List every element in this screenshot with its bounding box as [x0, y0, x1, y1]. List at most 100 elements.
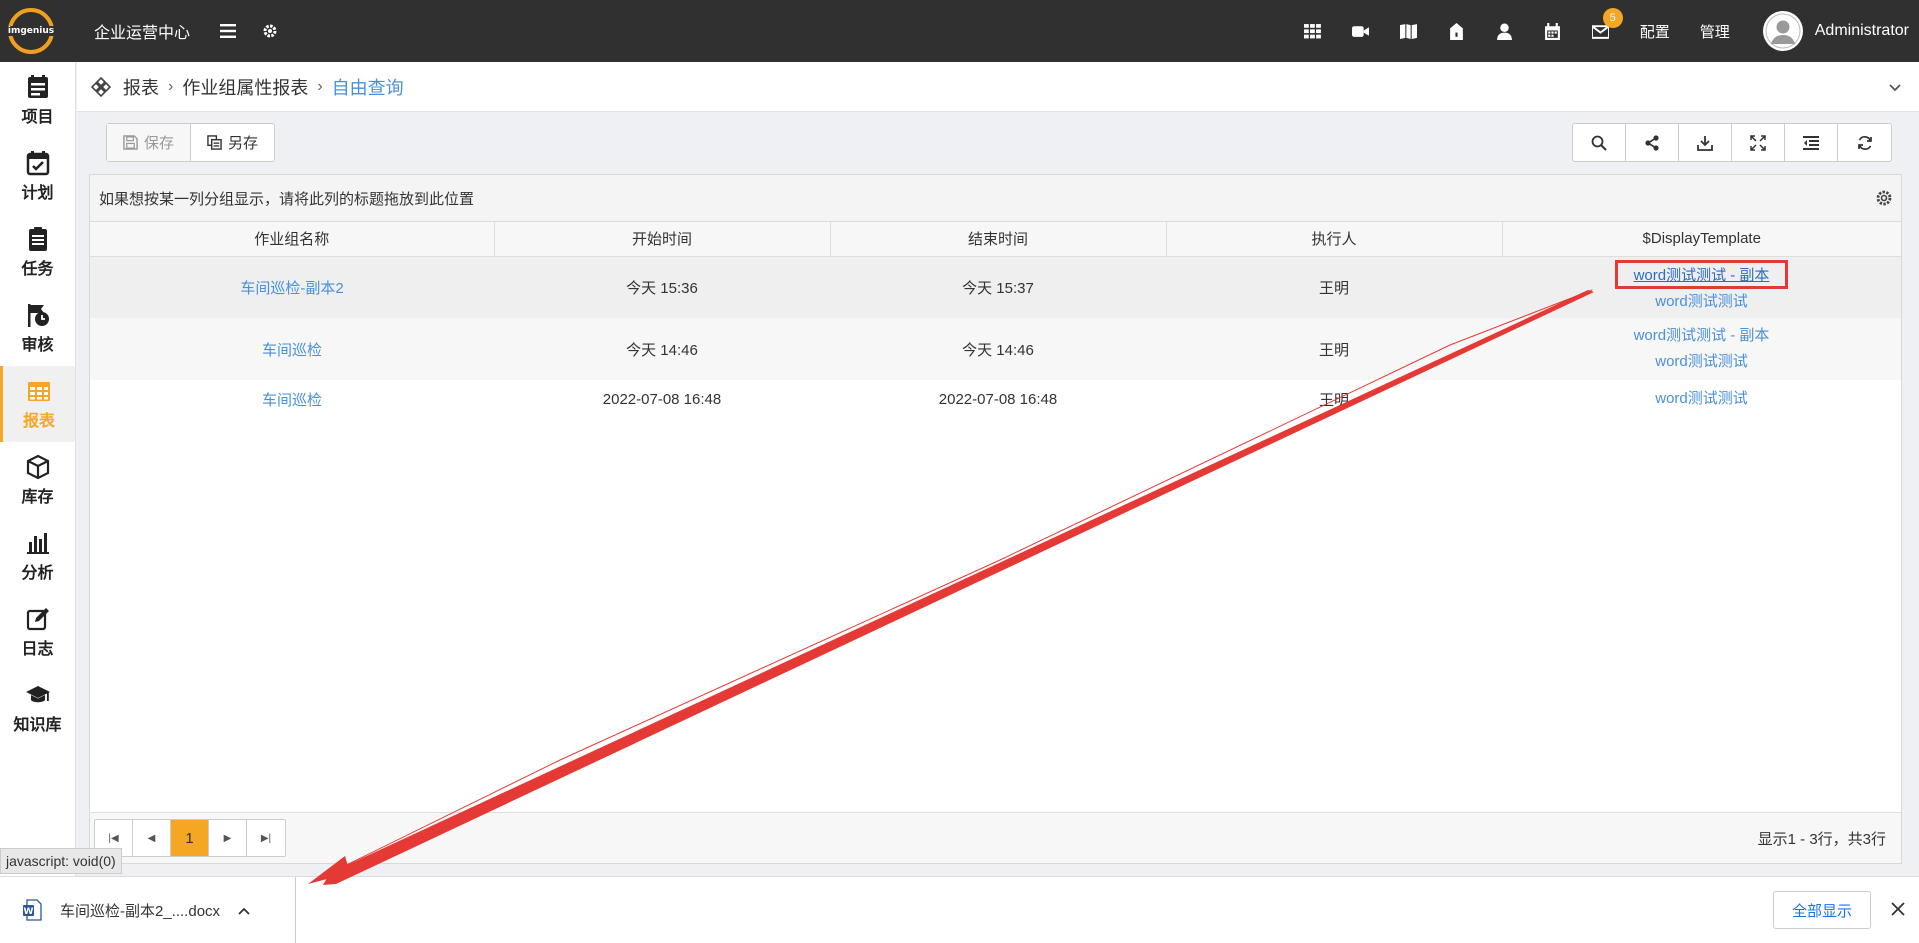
template-link[interactable]: word测试测试 - 副本	[1502, 323, 1901, 349]
breadcrumb-current: 自由查询	[331, 77, 404, 98]
logo-text: imgenius	[6, 26, 56, 36]
template-link[interactable]: word测试测试	[1502, 349, 1901, 375]
chevron-right-icon: ›	[168, 77, 174, 95]
logo[interactable]: imgenius	[0, 0, 62, 62]
calendar-check-icon	[26, 150, 49, 175]
expand-icon	[1750, 134, 1766, 151]
column-header-start[interactable]: 开始时间	[494, 222, 831, 257]
page-number[interactable]: 1	[171, 820, 209, 856]
download-icon	[1697, 135, 1713, 151]
pager: |◀ ◀ 1 ▶ ▶| 显示1 - 3行，共3行	[90, 812, 1901, 863]
module-icon	[91, 76, 111, 97]
home-icon[interactable]	[1433, 0, 1481, 62]
sidebar-item-inventory[interactable]: 库存	[0, 442, 75, 518]
refresh-icon	[1857, 135, 1872, 150]
config-link[interactable]: 配置	[1625, 21, 1685, 42]
pager-info: 显示1 - 3行，共3行	[1757, 830, 1886, 848]
refresh-button[interactable]	[1838, 124, 1891, 161]
sidebar: 项目 计划 任务 审核 报表 库存 分析 日志 知识库	[0, 62, 76, 876]
save-as-button[interactable]: 另存	[191, 124, 274, 161]
box-icon	[26, 454, 49, 479]
save-label: 保存	[144, 135, 175, 152]
executor-cell: 王明	[1166, 380, 1502, 418]
map-icon[interactable]	[1385, 0, 1433, 62]
prev-page-icon[interactable]: ◀	[133, 820, 171, 856]
export-button[interactable]	[1679, 124, 1732, 161]
sidebar-item-label: 计划	[21, 184, 54, 202]
column-header-end[interactable]: 结束时间	[830, 222, 1167, 257]
template-link-highlighted[interactable]: word测试测试 - 副本	[1614, 259, 1789, 289]
sidebar-item-label: 知识库	[13, 716, 62, 734]
start-time-cell: 今天 15:36	[494, 256, 830, 318]
sidebar-item-knowledge[interactable]: 知识库	[0, 670, 75, 746]
mail-icon[interactable]: 5	[1577, 0, 1625, 62]
last-page-icon[interactable]: ▶|	[247, 820, 285, 856]
table-row[interactable]: 车间巡检 2022-07-08 16:48 2022-07-08 16:48 王…	[90, 380, 1901, 418]
menu-icon[interactable]	[220, 24, 237, 38]
sidebar-item-plan[interactable]: 计划	[0, 138, 75, 214]
group-name-link[interactable]: 车间巡检-副本2	[240, 280, 343, 297]
calendar-icon[interactable]	[1529, 0, 1577, 62]
table-icon	[28, 381, 50, 401]
user-icon[interactable]	[1481, 0, 1529, 62]
word-file-icon: W	[23, 899, 42, 921]
start-time-cell: 2022-07-08 16:48	[494, 380, 830, 418]
breadcrumb-item-report[interactable]: 报表	[123, 74, 159, 100]
gear-icon[interactable]	[262, 23, 278, 39]
column-header-template[interactable]: $DisplayTemplate	[1502, 222, 1901, 257]
project-icon	[27, 74, 48, 98]
template-link[interactable]: word测试测试	[1502, 386, 1901, 412]
chevron-right-icon: ›	[317, 77, 323, 95]
graduation-cap-icon	[25, 685, 50, 702]
group-hint: 如果想按某一列分组显示，请将此列的标题拖放到此位置	[99, 190, 475, 208]
next-page-icon[interactable]: ▶	[209, 820, 247, 856]
indent-icon	[1803, 135, 1819, 150]
sidebar-item-review[interactable]: 审核	[0, 290, 75, 366]
sidebar-item-report[interactable]: 报表	[0, 366, 75, 442]
search-icon	[1591, 135, 1607, 151]
sidebar-item-label: 项目	[21, 108, 54, 126]
columns-button[interactable]	[1785, 124, 1838, 161]
search-button[interactable]	[1573, 124, 1626, 161]
user-name[interactable]: Administrator	[1815, 22, 1909, 40]
sidebar-item-analysis[interactable]: 分析	[0, 518, 75, 594]
close-icon[interactable]	[1891, 899, 1905, 922]
executor-cell: 王明	[1166, 256, 1502, 318]
group-name-link[interactable]: 车间巡检	[262, 392, 322, 409]
video-camera-icon[interactable]	[1337, 0, 1385, 62]
copy-icon	[207, 135, 222, 150]
chevron-up-icon[interactable]	[238, 902, 250, 918]
table-header-row: 作业组名称 开始时间 结束时间 执行人 $DisplayTemplate	[90, 222, 1901, 257]
breadcrumb-item-group-report[interactable]: 作业组属性报表	[182, 74, 308, 100]
save-button[interactable]: 保存	[107, 124, 192, 161]
table-row[interactable]: 车间巡检-副本2 今天 15:36 今天 15:37 王明 word测试测试 -…	[90, 256, 1901, 318]
floppy-icon	[123, 135, 138, 150]
end-time-cell: 2022-07-08 16:48	[830, 380, 1166, 418]
table-row[interactable]: 车间巡检 今天 14:46 今天 14:46 王明 word测试测试 - 副本 …	[90, 318, 1901, 380]
group-name-link[interactable]: 车间巡检	[262, 342, 322, 359]
executor-cell: 王明	[1166, 318, 1502, 380]
sidebar-item-project[interactable]: 项目	[0, 62, 75, 138]
save-button-group: 保存 另存	[106, 123, 276, 162]
sidebar-item-task[interactable]: 任务	[0, 214, 75, 290]
manage-link[interactable]: 管理	[1685, 21, 1745, 42]
flag-clock-icon	[27, 303, 49, 327]
download-item[interactable]: W 车间巡检-副本2_....docx	[0, 876, 296, 943]
group-drop-zone[interactable]: 如果想按某一列分组显示，请将此列的标题拖放到此位置	[90, 175, 1901, 222]
clipboard-icon	[28, 226, 47, 251]
column-header-executor[interactable]: 执行人	[1166, 222, 1503, 257]
chevron-down-icon[interactable]	[1889, 79, 1901, 95]
apps-grid-icon[interactable]	[1289, 0, 1337, 62]
template-link[interactable]: word测试测试	[1502, 289, 1901, 315]
column-header-name[interactable]: 作业组名称	[90, 222, 495, 257]
sidebar-item-label: 审核	[21, 336, 54, 354]
sidebar-item-log[interactable]: 日志	[0, 594, 75, 670]
fullscreen-button[interactable]	[1732, 124, 1785, 161]
app-title[interactable]: 企业运营中心	[94, 19, 190, 43]
show-all-button[interactable]: 全部显示	[1772, 891, 1871, 929]
gear-icon[interactable]	[1875, 189, 1893, 207]
share-button[interactable]	[1626, 124, 1679, 161]
download-bar: W 车间巡检-副本2_....docx 全部显示	[0, 876, 1919, 943]
avatar[interactable]	[1762, 11, 1803, 51]
download-file-name: 车间巡检-副本2_....docx	[60, 902, 221, 920]
